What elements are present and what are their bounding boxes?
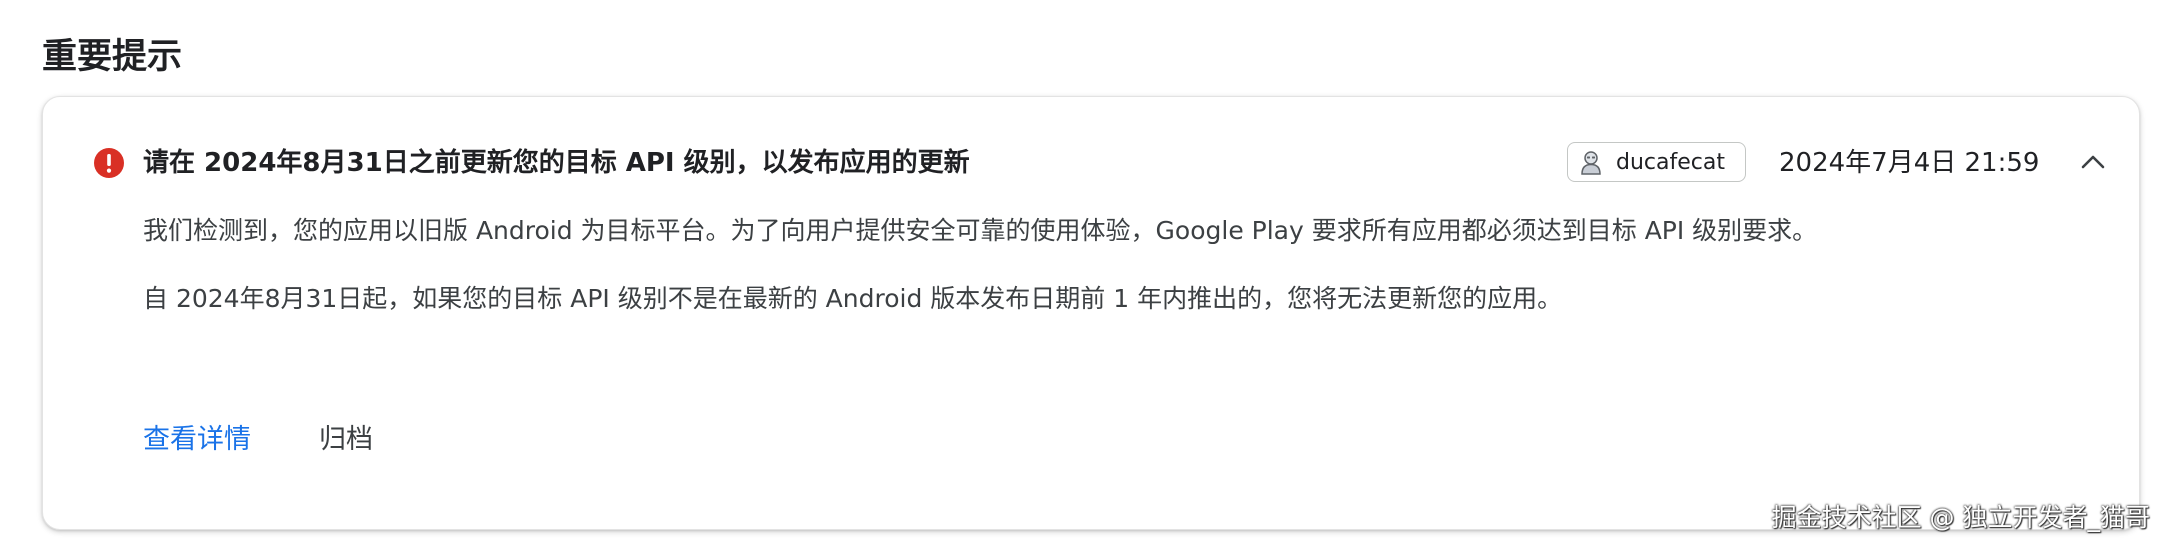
owner-name: ducafecat	[1616, 149, 1725, 175]
watermark: 掘金技术社区 @ 独立开发者_猫哥	[1771, 503, 2150, 532]
chevron-up-icon[interactable]	[2075, 145, 2111, 181]
notice-timestamp: 2024年7月4日 21:59	[1779, 148, 2040, 178]
owner-chip[interactable]: ducafecat	[1567, 142, 1746, 182]
user-avatar-icon	[1581, 151, 1601, 175]
notice-actions: 查看详情 归档	[143, 417, 373, 463]
notice-paragraph: 自 2024年8月31日起，如果您的目标 API 级别不是在最新的 Androi…	[143, 284, 1563, 313]
archive-button[interactable]: 归档	[319, 417, 373, 463]
view-details-button[interactable]: 查看详情	[143, 417, 251, 463]
notice-title: 请在 2024年8月31日之前更新您的目标 API 级别，以发布应用的更新	[143, 148, 970, 178]
notice-card: 请在 2024年8月31日之前更新您的目标 API 级别，以发布应用的更新 du…	[42, 96, 2140, 530]
error-icon	[94, 148, 124, 178]
section-title: 重要提示	[42, 37, 183, 77]
notice-body: 我们检测到，您的应用以旧版 Android 为目标平台。为了向用户提供安全可靠的…	[143, 211, 1983, 319]
notice-paragraph: 我们检测到，您的应用以旧版 Android 为目标平台。为了向用户提供安全可靠的…	[143, 216, 1818, 245]
